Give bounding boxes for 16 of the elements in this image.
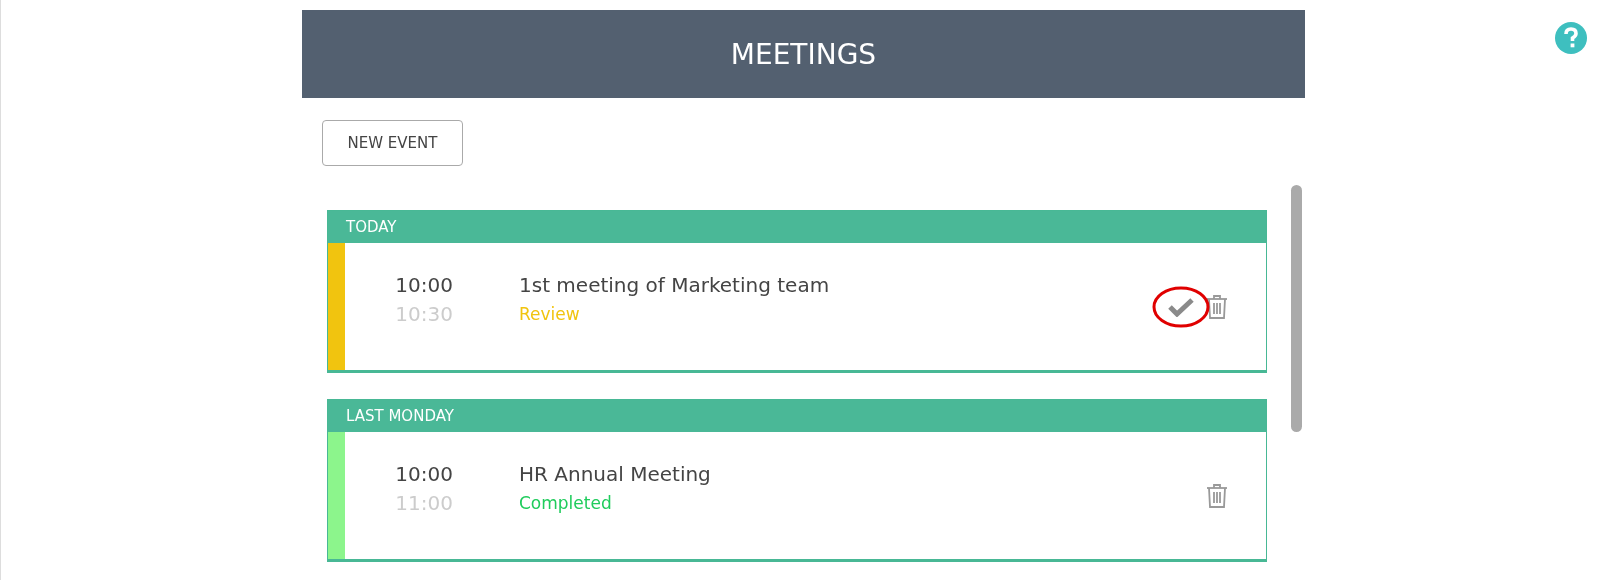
event-title: HR Annual Meeting xyxy=(519,461,712,488)
help-icon[interactable] xyxy=(1555,22,1587,54)
group-label: LAST MONDAY xyxy=(346,407,454,425)
checkmark-icon[interactable] xyxy=(1168,296,1194,317)
start-time: 10:00 xyxy=(395,461,453,488)
group-label: TODAY xyxy=(346,218,397,236)
page-title: MEETINGS xyxy=(730,37,877,71)
trash-icon[interactable] xyxy=(1206,293,1228,320)
event-title: 1st meeting of Marketing team xyxy=(519,272,831,299)
event-status: Review xyxy=(519,303,581,326)
scrollbar[interactable] xyxy=(1291,185,1302,432)
highlight-ring xyxy=(1152,285,1210,328)
trash-icon[interactable] xyxy=(1206,482,1228,509)
event-status: Completed xyxy=(519,492,613,515)
new-event-button[interactable]: NEW EVENT xyxy=(322,120,463,166)
start-time: 10:00 xyxy=(395,272,453,299)
